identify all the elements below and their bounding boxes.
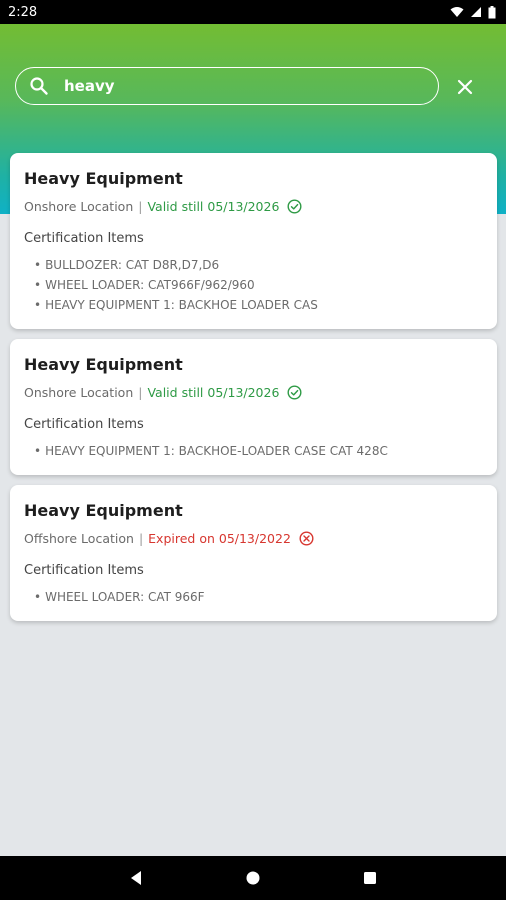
cert-item: BULLDOZER: CAT D8R,D7,D6 xyxy=(24,255,483,275)
battery-icon xyxy=(488,5,496,18)
status-bar: 2:28 xyxy=(0,0,506,24)
cert-items: WHEEL LOADER: CAT 966F xyxy=(24,587,483,607)
check-circle-icon xyxy=(287,199,302,214)
certification-card[interactable]: Heavy Equipment Onshore Location | Valid… xyxy=(10,153,497,329)
status-text: Expired on 05/13/2022 xyxy=(148,531,291,546)
recents-button[interactable] xyxy=(355,863,385,893)
status-text: Valid still 05/13/2026 xyxy=(147,199,280,214)
cert-heading: Certification Items xyxy=(24,563,144,578)
separator: | xyxy=(138,531,144,546)
separator: | xyxy=(138,199,143,214)
card-title: Heavy Equipment xyxy=(24,169,183,188)
navigation-bar xyxy=(0,856,506,900)
cert-heading: Certification Items xyxy=(24,231,144,246)
card-meta: Onshore Location | Valid still 05/13/202… xyxy=(24,199,483,214)
cert-item: HEAVY EQUIPMENT 1: BACKHOE-LOADER CASE C… xyxy=(24,441,483,461)
search-icon xyxy=(28,75,50,97)
cert-items: HEAVY EQUIPMENT 1: BACKHOE-LOADER CASE C… xyxy=(24,441,483,461)
cert-item: WHEEL LOADER: CAT 966F xyxy=(24,587,483,607)
cert-heading: Certification Items xyxy=(24,417,144,432)
certification-list: Heavy Equipment Onshore Location | Valid… xyxy=(10,153,497,631)
status-icons xyxy=(450,5,496,19)
certification-card[interactable]: Heavy Equipment Offshore Location | Expi… xyxy=(10,485,497,621)
status-time: 2:28 xyxy=(8,4,38,20)
card-title: Heavy Equipment xyxy=(24,501,183,520)
location-label: Onshore Location xyxy=(24,385,134,400)
back-icon xyxy=(131,871,142,885)
wifi-icon xyxy=(450,7,464,17)
recents-icon xyxy=(363,872,376,884)
signal-icon xyxy=(471,7,481,17)
card-title: Heavy Equipment xyxy=(24,355,183,374)
search-field[interactable]: heavy xyxy=(15,67,439,105)
x-circle-icon xyxy=(299,531,314,546)
separator: | xyxy=(138,385,143,400)
close-icon xyxy=(457,79,473,95)
check-circle-icon xyxy=(287,385,302,400)
certification-card[interactable]: Heavy Equipment Onshore Location | Valid… xyxy=(10,339,497,475)
home-icon xyxy=(246,871,260,885)
status-text: Valid still 05/13/2026 xyxy=(147,385,280,400)
card-meta: Offshore Location | Expired on 05/13/202… xyxy=(24,531,483,546)
search-input[interactable]: heavy xyxy=(64,77,115,95)
cert-item: WHEEL LOADER: CAT966F/962/960 xyxy=(24,275,483,295)
card-meta: Onshore Location | Valid still 05/13/202… xyxy=(24,385,483,400)
back-button[interactable] xyxy=(121,863,151,893)
cert-items: BULLDOZER: CAT D8R,D7,D6 WHEEL LOADER: C… xyxy=(24,255,483,315)
location-label: Offshore Location xyxy=(24,531,134,546)
cert-item: HEAVY EQUIPMENT 1: BACKHOE LOADER CAS xyxy=(24,295,483,315)
home-button[interactable] xyxy=(238,863,268,893)
clear-search-button[interactable] xyxy=(452,74,478,100)
location-label: Onshore Location xyxy=(24,199,134,214)
